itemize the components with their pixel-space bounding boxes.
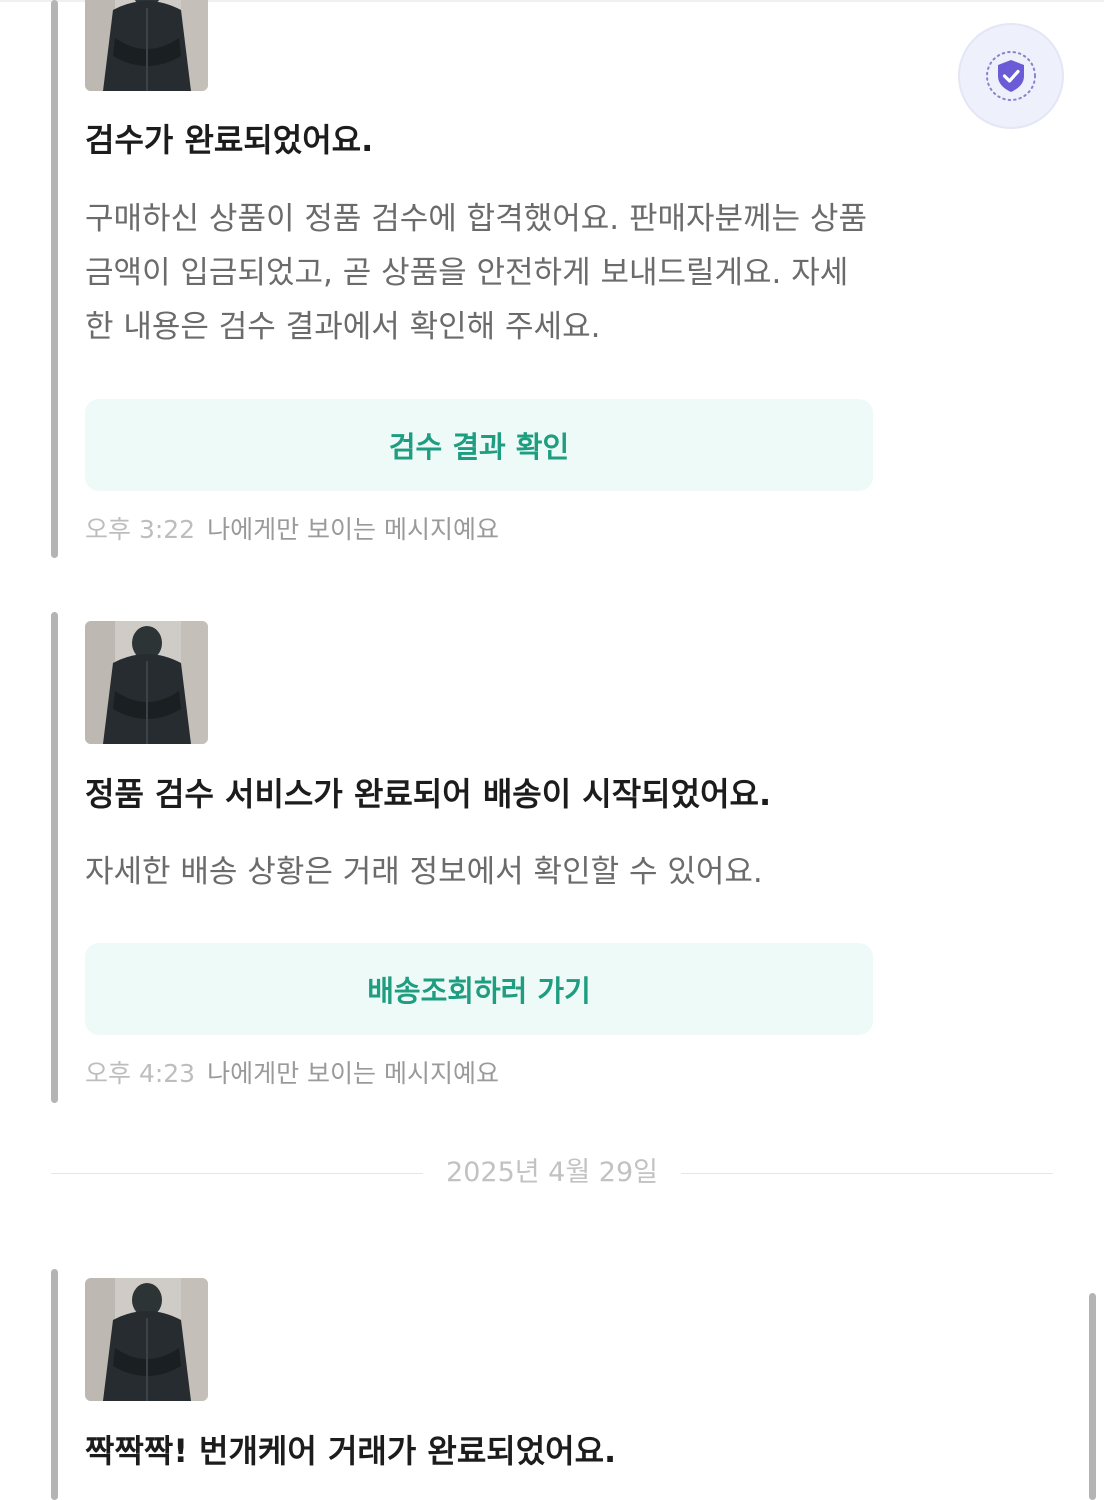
jacket-photo-image	[85, 621, 208, 744]
message-meta: 오후 3:22 나에게만 보이는 메시지예요	[85, 513, 499, 547]
safety-shield-button[interactable]	[960, 25, 1062, 127]
product-thumbnail[interactable]	[85, 621, 208, 744]
message-title: 검수가 완료되었어요.	[85, 121, 374, 159]
private-message-note: 나에게만 보이는 메시지예요	[207, 515, 499, 544]
message-time: 오후 4:23	[85, 1059, 196, 1088]
product-thumbnail[interactable]	[85, 0, 208, 91]
message-body: 자세한 배송 상황은 거래 정보에서 확인할 수 있어요.	[85, 854, 763, 890]
jacket-photo-image	[85, 0, 208, 91]
divider-line-right	[681, 1173, 1053, 1174]
message-accent-bar	[51, 612, 58, 1103]
message-meta: 오후 4:23 나에게만 보이는 메시지예요	[85, 1057, 499, 1091]
message-accent-bar	[51, 0, 58, 558]
shield-check-icon	[986, 51, 1036, 101]
inspection-result-button[interactable]: 검수 결과 확인	[85, 399, 873, 491]
jacket-photo-image	[85, 1278, 208, 1401]
message-body: 구매하신 상품이 정품 검수에 합격했어요. 판매자분께는 상품 금액이 입금되…	[85, 201, 867, 345]
scrollbar[interactable]	[1089, 1293, 1096, 1500]
message-title: 정품 검수 서비스가 완료되어 배송이 시작되었어요.	[85, 775, 772, 813]
message-title: 짝짝짝! 번개케어 거래가 완료되었어요.	[85, 1432, 617, 1470]
chat-message-trade-complete: 짝짝짝! 번개케어 거래가 완료되었어요.	[51, 1269, 881, 1500]
private-message-note: 나에게만 보이는 메시지예요	[207, 1059, 499, 1088]
message-time: 오후 3:22	[85, 515, 196, 544]
chat-message-shipping-started: 정품 검수 서비스가 완료되어 배송이 시작되었어요. 자세한 배송 상황은 거…	[51, 612, 881, 1103]
message-accent-bar	[51, 1269, 58, 1500]
track-shipping-button[interactable]: 배송조회하러 가기	[85, 943, 873, 1035]
chat-message-inspection-complete: 검수가 완료되었어요. 구매하신 상품이 정품 검수에 합격했어요. 판매자분께…	[51, 0, 881, 558]
date-divider: 2025년 4월 29일	[51, 1153, 1053, 1193]
product-thumbnail[interactable]	[85, 1278, 208, 1401]
